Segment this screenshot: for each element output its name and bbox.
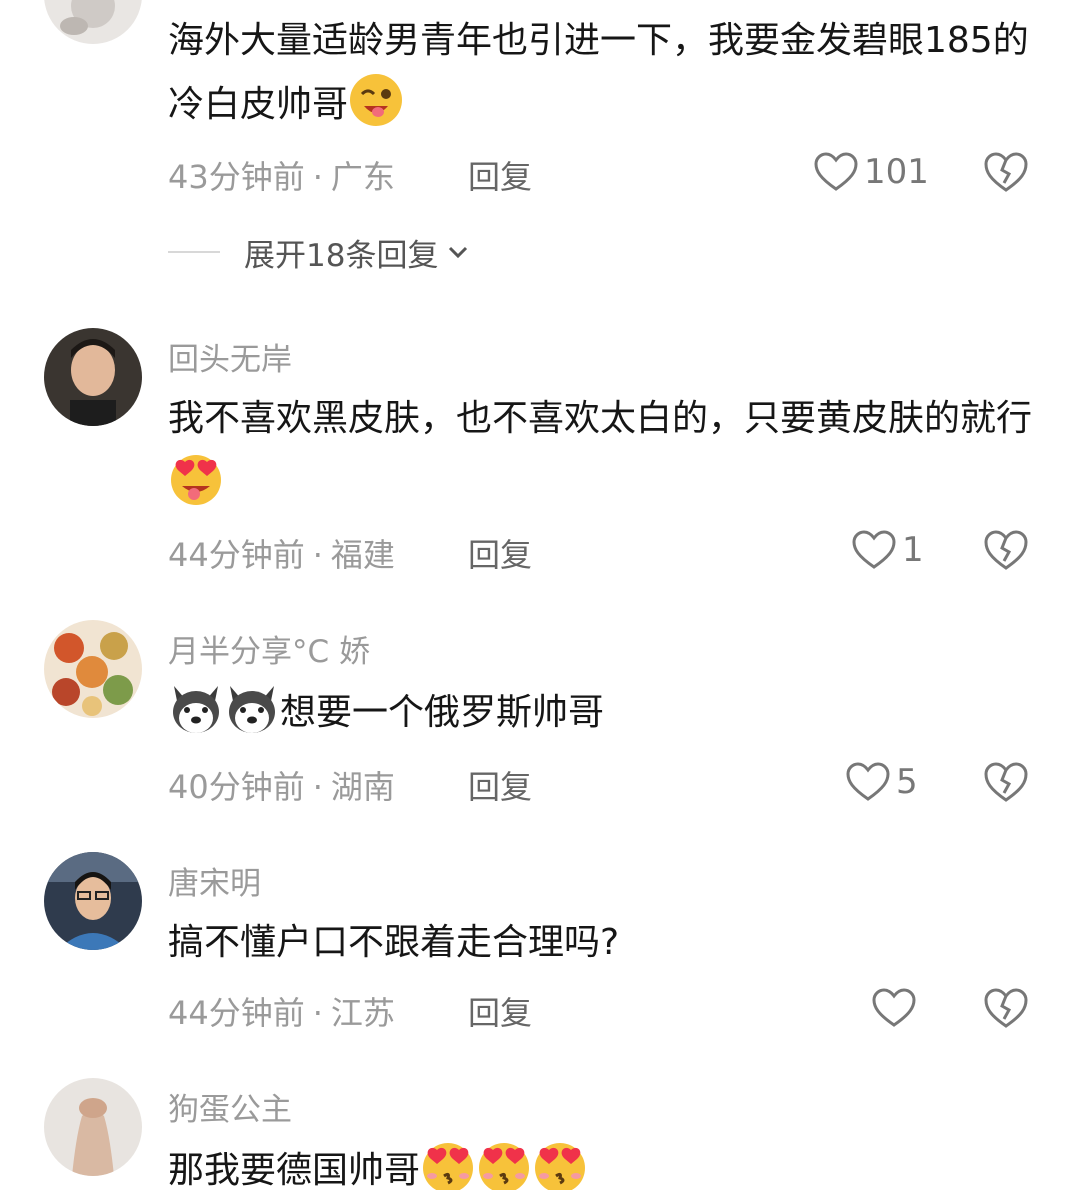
comment-time: 44分钟前 bbox=[168, 536, 305, 574]
heart-outline-icon bbox=[852, 530, 896, 569]
comment-text: 搞不懂户口不跟着走合理吗? bbox=[168, 922, 620, 963]
username[interactable]: 月半分享°C 娇 bbox=[168, 626, 370, 671]
divider bbox=[168, 251, 220, 253]
avatar[interactable] bbox=[44, 1078, 142, 1176]
expand-replies[interactable]: 展开18条回复 bbox=[168, 232, 472, 274]
comment-text: 想要一个俄罗斯帅哥 bbox=[168, 680, 1038, 744]
comment-location: 福建 bbox=[330, 536, 395, 574]
avatar[interactable] bbox=[44, 0, 142, 44]
dislike-button[interactable] bbox=[984, 528, 1028, 572]
comment-location: 江苏 bbox=[330, 994, 395, 1032]
comment-location: 广东 bbox=[330, 158, 395, 196]
like-button[interactable]: 1 bbox=[852, 528, 924, 572]
comment-meta: 44分钟前 · 福建 bbox=[168, 536, 395, 574]
expand-replies-label: 展开18条回复 bbox=[244, 237, 439, 274]
reply-button[interactable]: 回复 bbox=[468, 988, 532, 1034]
avatar[interactable] bbox=[44, 328, 142, 426]
comment-meta: 43分钟前 · 广东 bbox=[168, 158, 395, 196]
heart-outline-icon bbox=[846, 762, 890, 801]
wink-tongue-emoji bbox=[348, 72, 404, 128]
heart-eyes-kiss-emoji bbox=[476, 1138, 532, 1190]
like-count: 1 bbox=[902, 530, 924, 570]
heart-eyes-kiss-emoji bbox=[420, 1138, 476, 1190]
dislike-button[interactable] bbox=[984, 150, 1028, 194]
husky-emoji bbox=[224, 680, 280, 736]
avatar[interactable] bbox=[44, 620, 142, 718]
comment-meta: 44分钟前 · 江苏 bbox=[168, 994, 395, 1032]
reply-button[interactable]: 回复 bbox=[468, 530, 532, 576]
comment-text: 海外大量适龄男青年也引进一下，我要金发碧眼185的冷白皮帅哥 bbox=[168, 10, 1038, 136]
heart-eyes-tongue-emoji bbox=[168, 450, 224, 506]
comment-meta: 40分钟前 · 湖南 bbox=[168, 768, 395, 806]
like-count: 5 bbox=[896, 762, 918, 802]
dislike-button[interactable] bbox=[984, 986, 1028, 1030]
husky-emoji bbox=[168, 680, 224, 736]
heart-outline-icon bbox=[814, 152, 858, 191]
comment-time: 44分钟前 bbox=[168, 994, 305, 1032]
avatar[interactable] bbox=[44, 852, 142, 950]
username[interactable]: 唐宋明 bbox=[168, 858, 261, 903]
broken-heart-icon bbox=[984, 988, 1028, 1028]
comment-text: 那我要德国帅哥 bbox=[168, 1138, 1038, 1190]
reply-button[interactable]: 回复 bbox=[468, 762, 532, 808]
comment-time: 40分钟前 bbox=[168, 768, 305, 806]
comment-text: 我不喜欢黑皮肤，也不喜欢太白的，只要黄皮肤的就行 bbox=[168, 388, 1038, 514]
comment-time: 43分钟前 bbox=[168, 158, 305, 196]
comment-location: 湖南 bbox=[330, 768, 395, 806]
like-button[interactable]: 101 bbox=[814, 150, 929, 194]
username[interactable]: 回头无岸 bbox=[168, 334, 292, 379]
heart-outline-icon bbox=[872, 988, 916, 1027]
dislike-button[interactable] bbox=[984, 760, 1028, 804]
broken-heart-icon bbox=[984, 530, 1028, 570]
broken-heart-icon bbox=[984, 152, 1028, 192]
username[interactable]: 狗蛋公主 bbox=[168, 1084, 292, 1129]
chevron-down-icon bbox=[449, 246, 468, 259]
like-count: 101 bbox=[864, 152, 929, 192]
heart-eyes-kiss-emoji bbox=[532, 1138, 588, 1190]
broken-heart-icon bbox=[984, 762, 1028, 802]
reply-button[interactable]: 回复 bbox=[468, 152, 532, 198]
like-button[interactable] bbox=[872, 986, 922, 1030]
like-button[interactable]: 5 bbox=[846, 760, 918, 804]
